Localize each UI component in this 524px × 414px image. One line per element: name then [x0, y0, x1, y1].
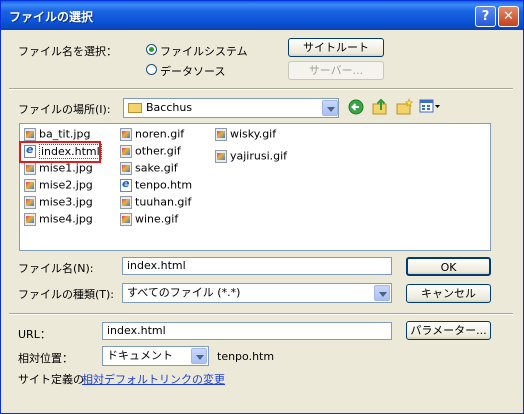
url-input[interactable]: index.html: [102, 322, 392, 340]
image-file-icon: [215, 149, 227, 163]
file-name: other.gif: [135, 144, 181, 158]
folder-icon: [128, 103, 142, 113]
file-name: mise1.jpg: [39, 161, 93, 175]
file-item[interactable]: noren.gif: [120, 127, 184, 142]
file-name: tenpo.htm: [135, 178, 193, 192]
site-definition-prefix: サイト定義の: [18, 373, 84, 386]
file-select-dialog: ファイルの選択 ? ✕ ファイル名を選択： ファイルシステム データソース サイ…: [0, 0, 524, 414]
location-select[interactable]: Bacchus: [123, 98, 339, 118]
image-file-icon: [24, 178, 36, 192]
image-file-icon: [120, 144, 132, 158]
file-item[interactable]: tenpo.htm: [120, 177, 193, 193]
image-file-icon: [24, 127, 36, 141]
file-item[interactable]: mise4.jpg: [24, 212, 93, 227]
change-default-link-link[interactable]: 相対デフォルトリンクの変更: [82, 371, 225, 387]
file-item[interactable]: ba_tit.jpg: [24, 127, 90, 142]
file-name: sake.gif: [135, 161, 178, 175]
file-name: mise4.jpg: [39, 212, 93, 226]
help-button[interactable]: ?: [475, 6, 496, 27]
up-folder-icon[interactable]: [372, 98, 389, 115]
file-item[interactable]: wine.gif: [120, 212, 178, 227]
image-file-icon: [120, 195, 132, 209]
radio-file-system-label[interactable]: ファイルシステム: [160, 43, 248, 59]
filetype-label: ファイルの種類(T):: [18, 288, 115, 301]
file-name: mise3.jpg: [39, 195, 93, 209]
radio-data-source-label[interactable]: データソース: [160, 63, 225, 79]
file-item[interactable]: mise3.jpg: [24, 195, 93, 210]
file-item[interactable]: other.gif: [120, 144, 181, 159]
file-name: tuuhan.gif: [135, 195, 192, 209]
view-menu-icon[interactable]: [419, 98, 441, 115]
html-file-icon: [120, 177, 132, 192]
selection-highlight-box: [19, 141, 101, 163]
radio-file-system[interactable]: [146, 44, 157, 55]
window-title: ファイルの選択: [9, 10, 94, 24]
image-file-icon: [120, 127, 132, 141]
location-label: ファイルの場所(I):: [18, 103, 111, 116]
filetype-dropdown-arrow[interactable]: [374, 285, 390, 301]
cancel-button[interactable]: キャンセル: [406, 284, 491, 303]
location-dropdown-arrow[interactable]: [322, 100, 338, 116]
top-divider: [9, 88, 513, 90]
filetype-select[interactable]: すべてのファイル (*.*): [122, 283, 392, 303]
relative-dropdown-arrow[interactable]: [191, 348, 207, 364]
image-file-icon: [24, 212, 36, 226]
file-name: ba_tit.jpg: [39, 127, 91, 141]
filename-input[interactable]: index.html: [122, 257, 392, 275]
file-item[interactable]: yajirusi.gif: [215, 149, 287, 164]
file-name: noren.gif: [135, 127, 185, 141]
location-value: Bacchus: [146, 101, 193, 114]
file-name: mise2.jpg: [39, 178, 93, 192]
title-bar[interactable]: ファイルの選択 ? ✕: [1, 1, 523, 30]
file-name: yajirusi.gif: [230, 149, 288, 163]
filetype-value: すべてのファイル (*.*): [127, 286, 241, 299]
file-name: wisky.gif: [230, 127, 277, 141]
relative-label: 相対位置：: [18, 352, 73, 365]
parameters-button[interactable]: パラメーター...: [406, 321, 491, 340]
new-folder-icon[interactable]: [396, 98, 413, 115]
image-file-icon: [120, 212, 132, 226]
image-file-icon: [24, 161, 36, 175]
image-file-icon: [215, 127, 227, 141]
ok-button[interactable]: OK: [406, 257, 491, 276]
server-button[interactable]: サーバー...: [288, 61, 384, 80]
file-item[interactable]: sake.gif: [120, 161, 178, 176]
image-file-icon: [24, 195, 36, 209]
filename-label: ファイル名(N):: [18, 262, 94, 275]
url-label: URL：: [18, 328, 51, 341]
file-item[interactable]: wisky.gif: [215, 127, 276, 142]
file-item[interactable]: mise1.jpg: [24, 161, 93, 176]
close-button[interactable]: ✕: [498, 6, 519, 27]
file-item[interactable]: tuuhan.gif: [120, 195, 191, 210]
image-file-icon: [120, 161, 132, 175]
mid-divider: [9, 313, 513, 315]
back-icon[interactable]: [348, 99, 364, 115]
select-filename-label: ファイル名を選択：: [18, 45, 117, 58]
file-item[interactable]: mise2.jpg: [24, 178, 93, 193]
radio-data-source[interactable]: [146, 64, 157, 75]
file-name: wine.gif: [135, 212, 179, 226]
relative-value: ドキュメント: [107, 349, 173, 362]
site-root-button[interactable]: サイトルート: [288, 38, 384, 57]
relative-target-file: tenpo.htm: [217, 350, 275, 363]
